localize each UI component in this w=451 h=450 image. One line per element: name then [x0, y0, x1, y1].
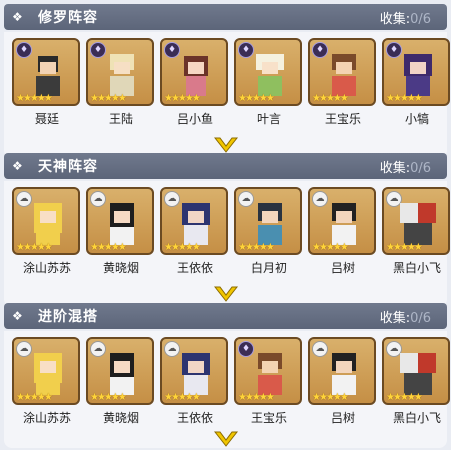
hero-portrait[interactable]: ☁ ★★★★★	[382, 337, 450, 405]
hero-name: 黑白小飞	[392, 411, 441, 425]
hero-name: 王宝乐	[324, 112, 361, 126]
hero-portrait[interactable]: ♦ ★★★★★	[160, 38, 228, 106]
hero-portrait[interactable]: ☁ ★★★★★	[12, 337, 80, 405]
hero-name: 白月初	[250, 261, 287, 275]
hero-portrait[interactable]: ☁ ★★★★★	[160, 337, 228, 405]
star-rating: ★★★★★	[164, 392, 201, 403]
star-rating: ★★★★★	[386, 93, 423, 104]
diamond-arrow-icon: ❖	[12, 159, 23, 173]
hero-portrait[interactable]: ♦ ★★★★★	[382, 38, 450, 106]
hero-name: 聂廷	[34, 112, 59, 126]
hero-card[interactable]: ♦ ★★★★★ 王陆	[86, 38, 156, 126]
hero-list: ♦ ★★★★★ 聂廷 ♦ ★★★★★ 王陆 ♦ ★★★★★ 吕小鱼 ♦ ★★★★★ 叶言 ♦ ★★…	[12, 38, 451, 126]
section-title: 进阶混搭	[38, 309, 98, 325]
hero-card[interactable]: ☁ ★★★★★ 吕树	[308, 187, 378, 275]
star-rating: ★★★★★	[164, 93, 201, 104]
hero-name: 叶言	[256, 112, 281, 126]
hero-portrait[interactable]: ☁ ★★★★★	[382, 187, 450, 255]
star-rating: ★★★★★	[90, 93, 127, 104]
section-title: 修罗阵容	[38, 10, 98, 26]
hero-card[interactable]: ☁ ★★★★★ 黑白小飞	[382, 337, 451, 425]
hero-card[interactable]: ☁ ★★★★★ 王依依	[160, 187, 230, 275]
hero-name: 黑白小飞	[392, 261, 441, 275]
star-rating: ★★★★★	[238, 93, 275, 104]
star-rating: ★★★★★	[238, 242, 275, 253]
star-rating: ★★★★★	[164, 242, 201, 253]
hero-name: 小犒	[404, 112, 429, 126]
hero-card[interactable]: ☁ ★★★★★ 黄晓烟	[86, 337, 156, 425]
hero-card[interactable]: ♦ ★★★★★ 王宝乐	[308, 38, 378, 126]
star-rating: ★★★★★	[312, 242, 349, 253]
hero-name: 涂山苏苏	[22, 261, 71, 275]
hero-portrait[interactable]: ♦ ★★★★★	[234, 38, 302, 106]
collect-progress: 收集:0/6	[379, 11, 431, 27]
star-rating: ★★★★★	[16, 242, 53, 253]
chevron-down-icon[interactable]	[213, 283, 239, 305]
lineup-section-3: ❖ 进阶混搭 收集:0/6 ☁ ★★★★★ 涂山苏苏 ☁ ★★★★★ 黄晓烟 ☁ ★★★★…	[0, 303, 451, 448]
hero-name: 吕树	[330, 411, 355, 425]
hero-name: 吕小鱼	[176, 112, 213, 126]
hero-card[interactable]: ☁ ★★★★★ 涂山苏苏	[12, 337, 82, 425]
hero-card[interactable]: ♦ ★★★★★ 聂廷	[12, 38, 82, 126]
section-title: 天神阵容	[38, 159, 98, 175]
star-rating: ★★★★★	[386, 392, 423, 403]
hero-panel: ☁ ★★★★★ 涂山苏苏 ☁ ★★★★★ 黄晓烟 ☁ ★★★★★ 王依依 ♦ ★★★★★ 王宝乐…	[4, 331, 450, 450]
hero-portrait[interactable]: ☁ ★★★★★	[234, 187, 302, 255]
hero-name: 黄晓烟	[102, 261, 139, 275]
star-rating: ★★★★★	[16, 93, 53, 104]
diamond-arrow-icon: ❖	[12, 10, 23, 24]
hero-name: 王宝乐	[250, 411, 287, 425]
hero-portrait[interactable]: ☁ ★★★★★	[308, 187, 376, 255]
diamond-arrow-icon: ❖	[12, 309, 23, 323]
star-rating: ★★★★★	[238, 392, 275, 403]
hero-card[interactable]: ♦ ★★★★★ 小犒	[382, 38, 451, 126]
lineup-section-2: ❖ 天神阵容 收集:0/6 ☁ ★★★★★ 涂山苏苏 ☁ ★★★★★ 黄晓烟 ☁ ★★★★…	[0, 153, 451, 307]
lineup-section-1: ❖ 修罗阵容 收集:0/6 ♦ ★★★★★ 聂廷 ♦ ★★★★★ 王陆 ♦ ★★★★★ 吕小…	[0, 4, 451, 158]
hero-card[interactable]: ♦ ★★★★★ 叶言	[234, 38, 304, 126]
section-header[interactable]: ❖ 进阶混搭 收集:0/6	[4, 303, 447, 329]
hero-panel: ☁ ★★★★★ 涂山苏苏 ☁ ★★★★★ 黄晓烟 ☁ ★★★★★ 王依依 ☁ ★★★★★ 白月初…	[4, 181, 450, 307]
hero-portrait[interactable]: ♦ ★★★★★	[86, 38, 154, 106]
hero-name: 王依依	[176, 411, 213, 425]
star-rating: ★★★★★	[312, 392, 349, 403]
hero-portrait[interactable]: ♦ ★★★★★	[308, 38, 376, 106]
chevron-down-icon[interactable]	[213, 428, 239, 450]
hero-portrait[interactable]: ☁ ★★★★★	[308, 337, 376, 405]
hero-portrait[interactable]: ♦ ★★★★★	[234, 337, 302, 405]
hero-card[interactable]: ☁ ★★★★★ 涂山苏苏	[12, 187, 82, 275]
hero-card[interactable]: ♦ ★★★★★ 吕小鱼	[160, 38, 230, 126]
star-rating: ★★★★★	[386, 242, 423, 253]
star-rating: ★★★★★	[312, 93, 349, 104]
star-rating: ★★★★★	[90, 242, 127, 253]
star-rating: ★★★★★	[16, 392, 53, 403]
hero-name: 王依依	[176, 261, 213, 275]
hero-portrait[interactable]: ♦ ★★★★★	[12, 38, 80, 106]
hero-list: ☁ ★★★★★ 涂山苏苏 ☁ ★★★★★ 黄晓烟 ☁ ★★★★★ 王依依 ☁ ★★★★★ 白月初…	[12, 187, 451, 275]
section-header[interactable]: ❖ 天神阵容 收集:0/6	[4, 153, 447, 179]
collect-progress: 收集:0/6	[379, 310, 431, 326]
hero-card[interactable]: ☁ ★★★★★ 白月初	[234, 187, 304, 275]
collect-progress: 收集:0/6	[379, 160, 431, 176]
hero-portrait[interactable]: ☁ ★★★★★	[12, 187, 80, 255]
hero-name: 吕树	[330, 261, 355, 275]
hero-portrait[interactable]: ☁ ★★★★★	[86, 187, 154, 255]
hero-name: 黄晓烟	[102, 411, 139, 425]
hero-list: ☁ ★★★★★ 涂山苏苏 ☁ ★★★★★ 黄晓烟 ☁ ★★★★★ 王依依 ♦ ★★★★★ 王宝乐…	[12, 337, 451, 425]
hero-card[interactable]: ☁ ★★★★★ 吕树	[308, 337, 378, 425]
hero-card[interactable]: ☁ ★★★★★ 黑白小飞	[382, 187, 451, 275]
hero-name: 涂山苏苏	[22, 411, 71, 425]
hero-card[interactable]: ☁ ★★★★★ 王依依	[160, 337, 230, 425]
hero-card[interactable]: ☁ ★★★★★ 黄晓烟	[86, 187, 156, 275]
star-rating: ★★★★★	[90, 392, 127, 403]
hero-portrait[interactable]: ☁ ★★★★★	[160, 187, 228, 255]
section-header[interactable]: ❖ 修罗阵容 收集:0/6	[4, 4, 447, 30]
hero-portrait[interactable]: ☁ ★★★★★	[86, 337, 154, 405]
hero-name: 王陆	[108, 112, 133, 126]
hero-card[interactable]: ♦ ★★★★★ 王宝乐	[234, 337, 304, 425]
hero-panel: ♦ ★★★★★ 聂廷 ♦ ★★★★★ 王陆 ♦ ★★★★★ 吕小鱼 ♦ ★★★★★ 叶言 ♦ ★★…	[4, 32, 450, 158]
